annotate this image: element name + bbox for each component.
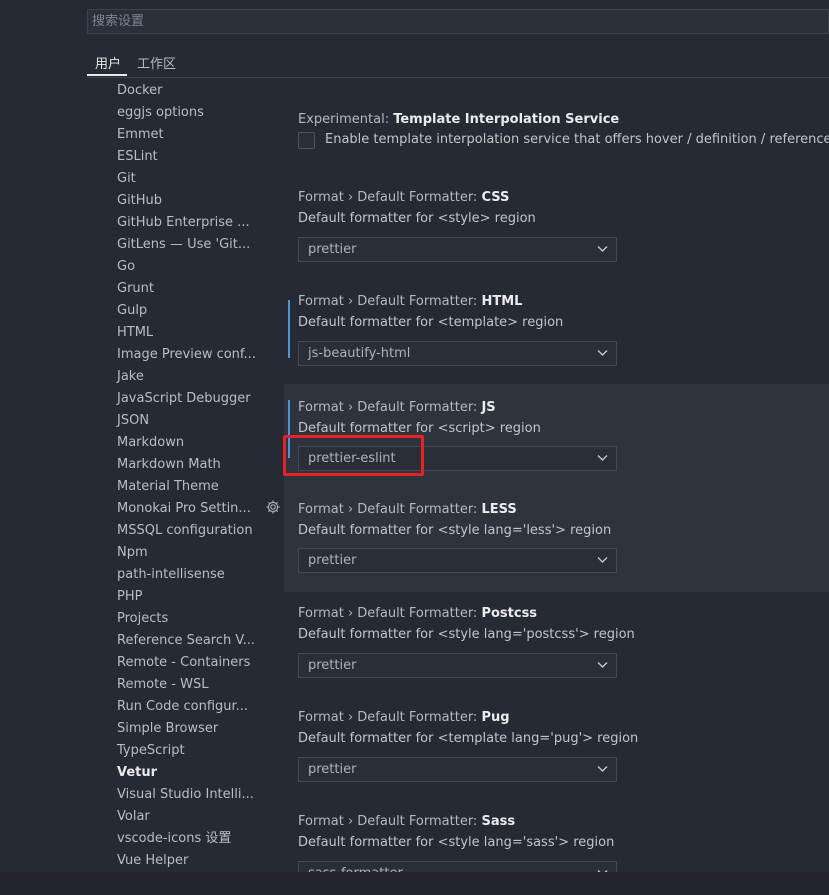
toc-item[interactable]: eggjs options	[117, 102, 204, 124]
toc-item[interactable]: TypeScript	[117, 740, 185, 762]
toc-item[interactable]: Grunt	[117, 278, 154, 300]
select-value: prettier-eslint	[308, 451, 396, 466]
toc-item[interactable]: Markdown Math	[117, 454, 221, 476]
formatter-select[interactable]: prettier	[298, 653, 617, 678]
toc-item[interactable]: Docker	[117, 82, 163, 102]
modified-indicator	[288, 400, 290, 458]
toc-item[interactable]: vscode-icons 设置	[117, 828, 231, 850]
setting-description: Default formatter for <template> region	[298, 315, 564, 330]
formatter-select[interactable]: js-beautify-html	[298, 341, 617, 366]
toc-item[interactable]: GitHub	[117, 190, 162, 212]
toc-item[interactable]: Run Code configur...	[117, 696, 248, 718]
chevron-down-icon	[597, 246, 608, 252]
setting-title: Format › Default Formatter: Postcss	[298, 606, 538, 621]
toc-item[interactable]: HTML	[117, 322, 153, 344]
toc-item[interactable]: path-intellisense	[117, 564, 225, 586]
select-value: prettier	[308, 553, 357, 568]
checkbox-label: Enable template interpolation service th…	[325, 132, 829, 147]
setting-title: Experimental: Template Interpolation Ser…	[298, 112, 620, 127]
setting-title: Format › Default Formatter: HTML	[298, 294, 523, 309]
settings-toc[interactable]: Docker eggjs options Emmet ESLint Git Gi…	[100, 82, 260, 872]
setting-title: Format › Default Formatter: Pug	[298, 710, 510, 725]
chevron-down-icon	[597, 662, 608, 668]
active-tab-indicator	[87, 74, 127, 76]
setting-description: Default formatter for <style lang='sass'…	[298, 835, 615, 850]
toc-item[interactable]: Go	[117, 256, 135, 278]
setting-formatter-css: Format › Default Formatter: CSS Default …	[284, 188, 829, 292]
toc-item[interactable]: Remote - WSL	[117, 674, 208, 696]
toc-item[interactable]: GitLens — Use 'Git...	[117, 234, 250, 256]
setting-title: Format › Default Formatter: Sass	[298, 814, 516, 829]
toc-item[interactable]: Emmet	[117, 124, 164, 146]
chevron-down-icon	[597, 350, 608, 356]
tabs-divider	[87, 77, 829, 78]
formatter-select[interactable]: sass-formatter	[298, 861, 617, 872]
toc-item[interactable]: JavaScript Debugger	[117, 388, 251, 410]
toc-item[interactable]: Gulp	[117, 300, 147, 322]
toc-item[interactable]: Vue Helper	[117, 850, 188, 872]
bottom-bar	[0, 872, 829, 895]
setting-title: Format › Default Formatter: LESS	[298, 502, 517, 517]
setting-formatter-less: Format › Default Formatter: LESS Default…	[284, 488, 829, 592]
select-value: prettier	[308, 242, 357, 257]
settings-list: Experimental: Template Interpolation Ser…	[284, 82, 829, 872]
setting-formatter-postcss: Format › Default Formatter: Postcss Defa…	[284, 604, 829, 708]
setting-description: Default formatter for <style lang='less'…	[298, 523, 612, 538]
toc-item-selected[interactable]: Vetur	[117, 762, 157, 784]
setting-formatter-js: Format › Default Formatter: JS Default f…	[284, 384, 829, 488]
formatter-select[interactable]: prettier	[298, 757, 617, 782]
toc-item[interactable]: Jake	[117, 366, 144, 388]
toc-item[interactable]: Visual Studio Intelli...	[117, 784, 254, 806]
setting-formatter-html: Format › Default Formatter: HTML Default…	[284, 292, 829, 396]
toc-item[interactable]: Git	[117, 168, 136, 190]
select-value: js-beautify-html	[308, 346, 411, 361]
toc-item[interactable]: MSSQL configuration	[117, 520, 253, 542]
toc-item[interactable]: PHP	[117, 586, 142, 608]
toc-item[interactable]: Markdown	[117, 432, 184, 454]
setting-description: Default formatter for <template lang='pu…	[298, 731, 639, 746]
toc-item[interactable]: Monokai Pro Settin...	[117, 498, 251, 520]
toc-item[interactable]: Remote - Containers	[117, 652, 250, 674]
formatter-select[interactable]: prettier	[298, 548, 617, 573]
select-value: prettier	[308, 658, 357, 673]
toc-item[interactable]: JSON	[117, 410, 149, 432]
search-input[interactable]	[92, 10, 812, 33]
chevron-down-icon	[597, 557, 608, 563]
setting-formatter-sass: Format › Default Formatter: Sass Default…	[284, 812, 829, 872]
toc-item[interactable]: Image Preview conf...	[117, 344, 256, 366]
setting-description: Default formatter for <style> region	[298, 211, 536, 226]
formatter-select[interactable]: prettier-eslint	[298, 446, 617, 471]
chevron-down-icon	[597, 455, 608, 461]
search-box[interactable]	[87, 9, 829, 34]
toc-item[interactable]: Simple Browser	[117, 718, 218, 740]
setting-description: Default formatter for <script> region	[298, 421, 541, 436]
toc-item[interactable]: Projects	[117, 608, 168, 630]
chevron-down-icon	[597, 766, 608, 772]
toc-item[interactable]: Npm	[117, 542, 148, 564]
tab-user[interactable]: 用户	[95, 53, 121, 72]
setting-formatter-pug: Format › Default Formatter: Pug Default …	[284, 708, 829, 812]
toc-item[interactable]: ESLint	[117, 146, 158, 168]
setting-description: Default formatter for <style lang='postc…	[298, 627, 635, 642]
toc-item[interactable]: GitHub Enterprise ...	[117, 212, 250, 234]
gear-icon[interactable]	[265, 499, 281, 515]
toc-item[interactable]: Volar	[117, 806, 150, 828]
tab-workspace[interactable]: 工作区	[137, 53, 176, 72]
toc-item[interactable]: Material Theme	[117, 476, 219, 498]
select-value: prettier	[308, 762, 357, 777]
modified-indicator	[288, 300, 290, 358]
setting-checkbox[interactable]	[298, 132, 315, 149]
activity-bar-area	[0, 0, 85, 895]
setting-title: Format › Default Formatter: JS	[298, 400, 496, 415]
setting-title: Format › Default Formatter: CSS	[298, 190, 510, 205]
toc-item[interactable]: Reference Search V...	[117, 630, 255, 652]
formatter-select[interactable]: prettier	[298, 237, 617, 262]
